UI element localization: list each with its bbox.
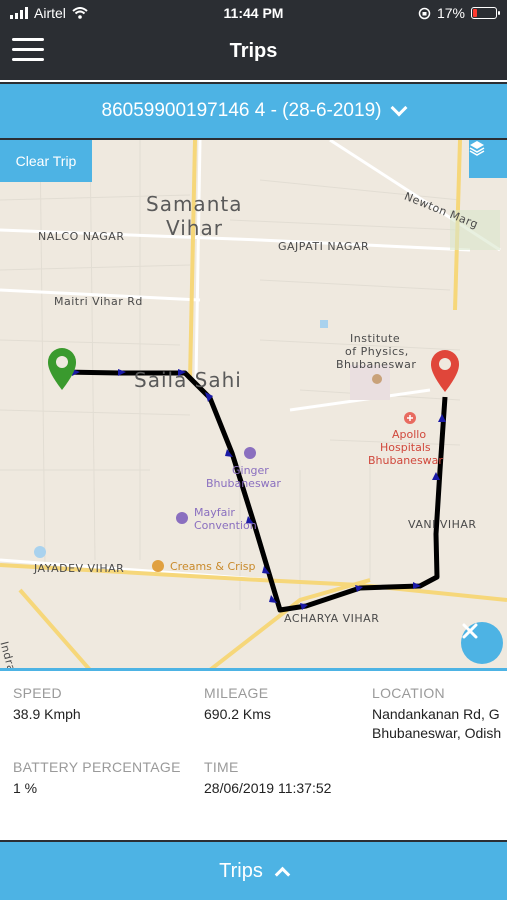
page-title: Trips	[229, 40, 278, 62]
map-label-vani: VANI VIHAR	[408, 518, 477, 531]
close-button[interactable]	[461, 622, 503, 664]
map-label-ginger-1: Ginger	[232, 464, 269, 477]
battery-label: BATTERY PERCENTAGE	[13, 759, 181, 775]
mileage-field: MILEAGE 690.2 Kms	[204, 685, 271, 724]
map-label-samanta: Samanta	[146, 192, 243, 216]
institute-marker-icon	[372, 374, 382, 384]
selector-label: 86059900197146 4 - (28-6-2019)	[101, 100, 382, 121]
vehicle-info-panel: SPEED 38.9 Kmph MILEAGE 690.2 Kms LOCATI…	[0, 668, 507, 840]
battery-value: 1 %	[13, 780, 38, 796]
location-value-line1: Nandankanan Rd, G	[372, 706, 500, 722]
map-label-apollo-3: Bhubaneswar	[368, 454, 443, 467]
map-label-vihar: Vihar	[166, 216, 223, 240]
map-label-nalco: NALCO NAGAR	[38, 230, 125, 243]
map-label-apollo-1: Apollo	[392, 428, 427, 441]
time-label: TIME	[204, 759, 239, 775]
map-label-gajpati: GAJPATI NAGAR	[278, 240, 370, 253]
map-label-mayfair-2: Convention	[194, 519, 257, 532]
trip-device-selector[interactable]: 86059900197146 4 - (28-6-2019)	[0, 82, 507, 140]
venue-marker-icon	[176, 512, 188, 524]
orientation-lock-icon	[418, 7, 431, 19]
status-bar: Airtel 11:44 PM 17%	[0, 0, 507, 28]
trips-bottom-button[interactable]: Trips	[0, 840, 507, 900]
chevron-down-icon	[390, 99, 408, 117]
trips-bottom-label: Trips	[219, 859, 263, 882]
location-field: LOCATION Nandankanan Rd, G Bhubaneswar, …	[372, 685, 507, 743]
map-label-institute-1: Institute	[350, 332, 401, 345]
map-label-institute-3: Bhubaneswar	[336, 358, 417, 371]
map-view[interactable]: Samanta Vihar NALCO NAGAR GAJPATI NAGAR …	[0, 140, 507, 670]
clear-trip-button[interactable]: Clear Trip	[0, 140, 92, 182]
map-label-acharya: ACHARYA VIHAR	[284, 612, 380, 625]
mileage-label: MILEAGE	[204, 685, 269, 701]
speed-field: SPEED 38.9 Kmph	[13, 685, 81, 724]
map-canvas	[0, 140, 507, 670]
battery-percent: 17%	[436, 5, 465, 21]
battery-field: BATTERY PERCENTAGE 1 %	[13, 759, 181, 798]
speed-value: 38.9 Kmph	[13, 706, 81, 722]
map-label-creams: Creams & Crisp	[170, 560, 256, 573]
location-label: LOCATION	[372, 685, 445, 701]
map-label-sailasahi: Saila Sahi	[134, 368, 242, 392]
battery-icon	[471, 7, 500, 19]
time-field: TIME 28/06/2019 11:37:52	[204, 759, 331, 798]
mileage-value: 690.2 Kms	[204, 706, 271, 722]
time-value: 28/06/2019 11:37:52	[204, 780, 332, 796]
speed-label: SPEED	[13, 685, 62, 701]
map-label-ginger-2: Bhubaneswar	[206, 477, 281, 490]
map-label-jayadev: JAYADEV VIHAR	[34, 562, 125, 575]
map-label-apollo-2: Hospitals	[380, 441, 431, 454]
layers-icon	[469, 141, 485, 156]
food-marker-icon	[152, 560, 164, 572]
map-label-mayfair-1: Mayfair	[194, 506, 235, 519]
layers-button[interactable]	[469, 140, 507, 178]
status-right: 17%	[418, 5, 500, 21]
map-label-institute-2: of Physics,	[345, 345, 409, 358]
hotel-marker-icon	[244, 447, 256, 459]
chevron-up-icon	[274, 866, 291, 882]
map-label-maitri: Maitri Vihar Rd	[54, 295, 143, 308]
close-icon	[462, 623, 478, 639]
location-value-line2: Bhubaneswar, Odish	[372, 725, 502, 741]
